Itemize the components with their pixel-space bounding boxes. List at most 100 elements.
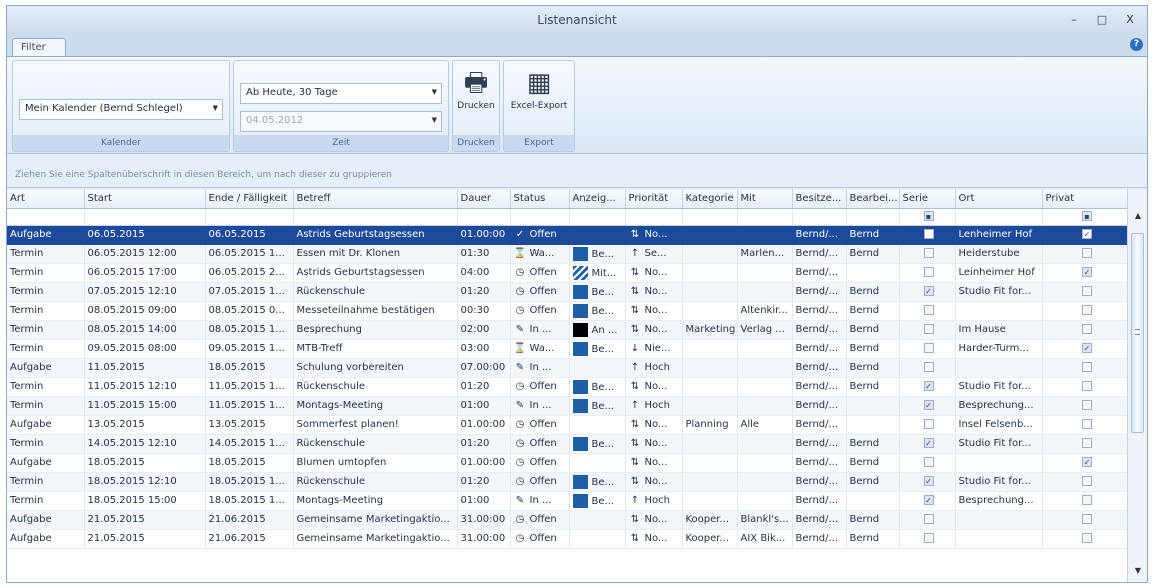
- cell-ort[interactable]: [955, 453, 1043, 473]
- column-header[interactable]: Ort: [955, 189, 1043, 209]
- cell-start[interactable]: 08.05.2015 14:00: [84, 320, 206, 340]
- column-header[interactable]: Anzeig...: [569, 189, 626, 209]
- series-checkbox[interactable]: [923, 457, 934, 467]
- cell-bearbeiter[interactable]: Bernd: [846, 339, 900, 359]
- cell-ende[interactable]: 21.06.2015: [205, 510, 294, 530]
- cell-serie[interactable]: ✓: [899, 396, 956, 416]
- cell-ort[interactable]: [955, 529, 1043, 549]
- series-checkbox[interactable]: ✓: [923, 495, 934, 505]
- tab-filter[interactable]: Filter: [12, 38, 66, 56]
- cell-betreff[interactable]: Essen mit Dr. Klonen: [293, 244, 458, 264]
- maximize-icon[interactable]: □: [1095, 6, 1109, 34]
- cell-privat[interactable]: [1042, 282, 1129, 302]
- column-header[interactable]: Priorität: [625, 189, 683, 209]
- column-header[interactable]: Serie: [899, 189, 956, 209]
- cell-besitzer[interactable]: Bernd/...: [792, 301, 847, 321]
- cell-kategorie[interactable]: [682, 491, 738, 511]
- cell-anzeige[interactable]: [569, 510, 626, 530]
- cell-prioritaet[interactable]: ⇅ No...: [625, 282, 683, 302]
- cell-status[interactable]: ◷ Offen: [510, 282, 570, 302]
- column-header[interactable]: Besitze...: [792, 189, 847, 209]
- cell-anzeige[interactable]: Be...: [569, 396, 626, 416]
- cell-kategorie[interactable]: [682, 453, 738, 473]
- time-range-select[interactable]: Ab Heute, 30 Tage ▼: [240, 83, 442, 104]
- cell-ort[interactable]: Besprechung...: [955, 491, 1043, 511]
- cell-privat[interactable]: [1042, 244, 1129, 264]
- filter-cell[interactable]: [846, 208, 900, 226]
- cell-kategorie[interactable]: [682, 358, 738, 378]
- cell-besitzer[interactable]: Bernd/...: [792, 244, 847, 264]
- cell-serie[interactable]: ✓: [899, 282, 956, 302]
- cell-dauer[interactable]: 01.00:00: [457, 453, 511, 473]
- cell-ort[interactable]: Insel Felsenb...: [955, 415, 1043, 435]
- cell-besitzer[interactable]: Bernd/...: [792, 510, 847, 530]
- cell-kategorie[interactable]: Planning: [682, 415, 738, 435]
- cell-prioritaet[interactable]: ⇅ No...: [625, 415, 683, 435]
- cell-serie[interactable]: [899, 510, 956, 530]
- cell-status[interactable]: ◷ Offen: [510, 415, 570, 435]
- series-checkbox[interactable]: [923, 267, 934, 277]
- cell-kategorie[interactable]: Kooper...: [682, 510, 738, 530]
- series-checkbox[interactable]: [923, 343, 934, 353]
- filter-checkbox[interactable]: ▪: [923, 211, 934, 221]
- cell-betreff[interactable]: Blumen umtopfen: [293, 453, 458, 473]
- cell-serie[interactable]: [899, 244, 956, 264]
- cell-dauer[interactable]: 01:30: [457, 244, 511, 264]
- cell-besitzer[interactable]: Bernd/...: [792, 358, 847, 378]
- table-row[interactable]: Termin 11.05.2015 15:00 11.05.2015 1... Mon…: [7, 396, 1129, 416]
- column-header[interactable]: Kategorie: [682, 189, 738, 209]
- cell-art[interactable]: Termin: [7, 434, 85, 454]
- table-row[interactable]: Aufgabe 21.05.2015 21.06.2015 Gemeinsame Ma…: [7, 510, 1129, 530]
- cell-status[interactable]: ⌛ Wa...: [510, 244, 570, 264]
- private-checkbox[interactable]: ✓: [1082, 267, 1092, 277]
- cell-serie[interactable]: [899, 529, 956, 549]
- cell-mit[interactable]: AIX Bik...: [737, 529, 793, 549]
- cell-mit[interactable]: [737, 453, 793, 473]
- cell-ort[interactable]: Studio Fit for...: [955, 434, 1043, 454]
- series-checkbox[interactable]: ✓: [923, 381, 934, 391]
- cell-dauer[interactable]: 01:20: [457, 377, 511, 397]
- cell-anzeige[interactable]: [569, 358, 626, 378]
- cell-start[interactable]: 18.05.2015 15:00: [84, 491, 206, 511]
- cell-ort[interactable]: Studio Fit for...: [955, 282, 1043, 302]
- private-checkbox[interactable]: [1082, 248, 1092, 258]
- cell-privat[interactable]: [1042, 377, 1129, 397]
- cell-prioritaet[interactable]: ⇅ No...: [625, 472, 683, 492]
- cell-besitzer[interactable]: Bernd/...: [792, 320, 847, 340]
- filter-cell[interactable]: [955, 208, 1043, 226]
- cell-status[interactable]: ⌛ Wa...: [510, 339, 570, 359]
- cell-mit[interactable]: [737, 491, 793, 511]
- cell-art[interactable]: Termin: [7, 320, 85, 340]
- cell-dauer[interactable]: 01.00:00: [457, 415, 511, 435]
- cell-status[interactable]: ◷ Offen: [510, 377, 570, 397]
- series-checkbox[interactable]: [923, 248, 934, 258]
- filter-cell[interactable]: [737, 208, 793, 226]
- cell-privat[interactable]: ✓: [1042, 225, 1129, 245]
- cell-dauer[interactable]: 01.00:00: [457, 225, 511, 245]
- cell-start[interactable]: 06.05.2015: [84, 225, 206, 245]
- cell-prioritaet[interactable]: ↓ Nie...: [625, 339, 683, 359]
- cell-dauer[interactable]: 01:20: [457, 434, 511, 454]
- print-button[interactable]: 🖶 Drucken: [453, 67, 499, 111]
- cell-privat[interactable]: [1042, 358, 1129, 378]
- filter-cell[interactable]: [682, 208, 738, 226]
- series-checkbox[interactable]: [923, 229, 934, 239]
- filter-cell[interactable]: [457, 208, 511, 226]
- cell-mit[interactable]: [737, 377, 793, 397]
- cell-bearbeiter[interactable]: [846, 263, 900, 283]
- cell-ort[interactable]: Studio Fit for...: [955, 472, 1043, 492]
- cell-privat[interactable]: [1042, 510, 1129, 530]
- table-row[interactable]: Aufgabe 13.05.2015 13.05.2015 Sommerfest pl…: [7, 415, 1129, 435]
- column-header[interactable]: Dauer: [457, 189, 511, 209]
- series-checkbox[interactable]: [923, 305, 934, 315]
- cell-ende[interactable]: 11.05.2015 1...: [205, 377, 294, 397]
- cell-ende[interactable]: 06.05.2015 1...: [205, 244, 294, 264]
- cell-status[interactable]: ✓ Offen: [510, 225, 570, 245]
- cell-bearbeiter[interactable]: Bernd: [846, 434, 900, 454]
- cell-prioritaet[interactable]: ⇅ No...: [625, 453, 683, 473]
- private-checkbox[interactable]: [1082, 419, 1092, 429]
- cell-kategorie[interactable]: [682, 225, 738, 245]
- cell-start[interactable]: 18.05.2015 12:10: [84, 472, 206, 492]
- filter-cell-serie[interactable]: ▪: [899, 208, 956, 226]
- cell-art[interactable]: Termin: [7, 472, 85, 492]
